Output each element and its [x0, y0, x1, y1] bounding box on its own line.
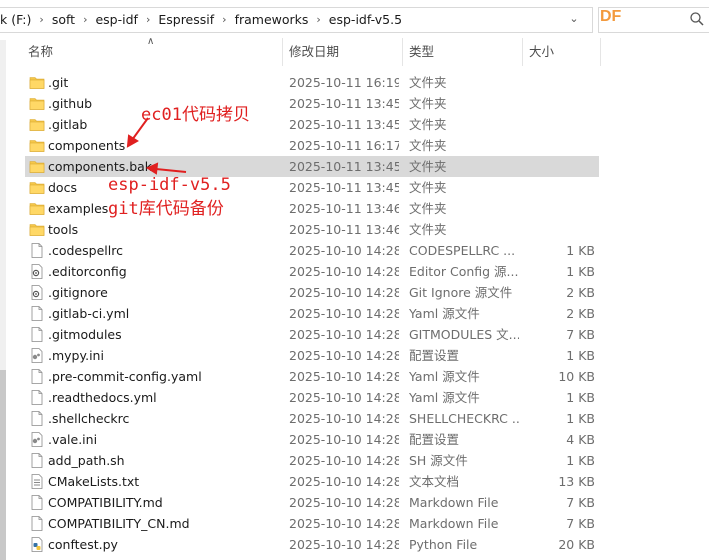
arrow-to-components [126, 117, 149, 148]
annotation-arrows [126, 117, 187, 175]
arrow-to-components-bak [145, 162, 187, 175]
